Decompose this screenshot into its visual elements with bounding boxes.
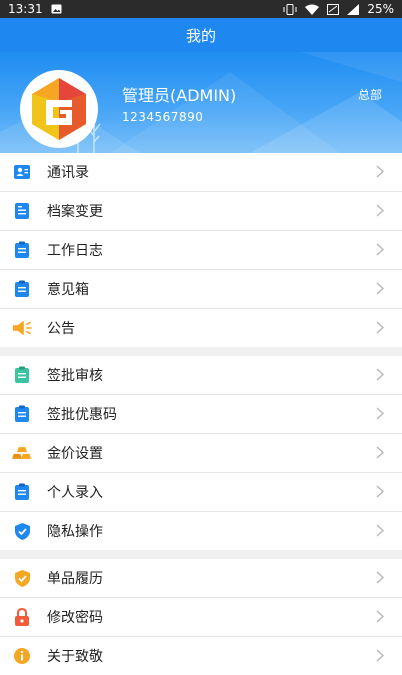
menu-group-2: 签批审核 签批优惠码 金价设置 个人录入 隐私操作 [0,356,402,550]
menu-item-personal-entry[interactable]: 个人录入 [0,473,402,512]
chevron-right-icon [376,165,384,178]
menu-item-label: 隐私操作 [47,524,103,540]
menu-item-label: 意见箱 [47,282,89,298]
menu-item-suggestion-box[interactable]: 意见箱 [0,270,402,309]
clipboard-icon [12,482,32,502]
chevron-right-icon [376,321,384,334]
menu-item-label: 工作日志 [47,243,103,259]
title-bar: 我的 [0,18,402,52]
status-bar: 13:31 25% [0,0,402,18]
menu-item-label: 签批审核 [47,368,103,384]
menu-group-1: 通讯录 档案变更 工作日志 意见箱 公告 [0,153,402,347]
signal-icon [347,3,360,15]
wifi-icon [305,4,320,15]
menu-item-approval-coupon[interactable]: 签批优惠码 [0,395,402,434]
menu-item-gold-price-settings[interactable]: 金价设置 [0,434,402,473]
menu-item-privacy-operation[interactable]: 隐私操作 [0,512,402,550]
info-icon [12,646,32,666]
sim-icon [327,3,340,15]
app-logo-icon [32,78,86,140]
menu-item-label: 单品履历 [47,571,103,587]
status-time: 13:31 [8,2,43,16]
clipboard-icon [12,240,32,260]
chevron-right-icon [376,524,384,537]
chevron-right-icon [376,649,384,662]
menu-item-change-password[interactable]: 修改密码 [0,598,402,637]
chevron-right-icon [376,571,384,584]
clipboard-icon [12,404,32,424]
chevron-right-icon [376,446,384,459]
menu-item-label: 通讯录 [47,165,89,181]
department-label: 总部 [357,88,382,102]
shield-check-icon [12,568,32,588]
profile-card[interactable]: 管理员(ADMIN) 1234567890 总部 [0,52,402,153]
lock-icon [12,607,32,627]
menu-item-about[interactable]: 关于致敬 [0,637,402,675]
menu-item-contacts[interactable]: 通讯录 [0,153,402,192]
menu-item-work-log[interactable]: 工作日志 [0,231,402,270]
contacts-icon [12,162,32,182]
menu-item-label: 签批优惠码 [47,407,117,423]
menu-item-archive-change[interactable]: 档案变更 [0,192,402,231]
menu-item-label: 关于致敬 [47,649,103,665]
user-id: 1234567890 [122,110,204,124]
menu-group-3: 单品履历 修改密码 关于致敬 [0,559,402,675]
menu-item-announcement[interactable]: 公告 [0,309,402,347]
menu-item-label: 个人录入 [47,485,103,501]
menu-item-label: 修改密码 [47,610,103,626]
shield-icon [12,521,32,541]
page-title: 我的 [185,26,216,45]
user-name: 管理员(ADMIN) [122,86,237,105]
vibrate-icon [283,3,297,15]
menu-item-label: 公告 [47,321,75,337]
chevron-right-icon [376,485,384,498]
archive-icon [12,201,32,221]
menu-item-label: 档案变更 [47,204,103,220]
menu-item-label: 金价设置 [47,446,103,462]
megaphone-icon [12,318,32,338]
chevron-right-icon [376,610,384,623]
chevron-right-icon [376,368,384,381]
clipboard-icon [12,365,32,385]
clipboard-icon [12,279,32,299]
menu-item-approval-review[interactable]: 签批审核 [0,356,402,395]
chevron-right-icon [376,204,384,217]
gold-icon [12,443,32,463]
menu-item-item-history[interactable]: 单品履历 [0,559,402,598]
battery-level: 25% [367,2,394,16]
chevron-right-icon [376,282,384,295]
chevron-right-icon [376,243,384,256]
chevron-right-icon [376,407,384,420]
avatar[interactable] [20,70,98,148]
image-notification-icon [51,4,62,14]
